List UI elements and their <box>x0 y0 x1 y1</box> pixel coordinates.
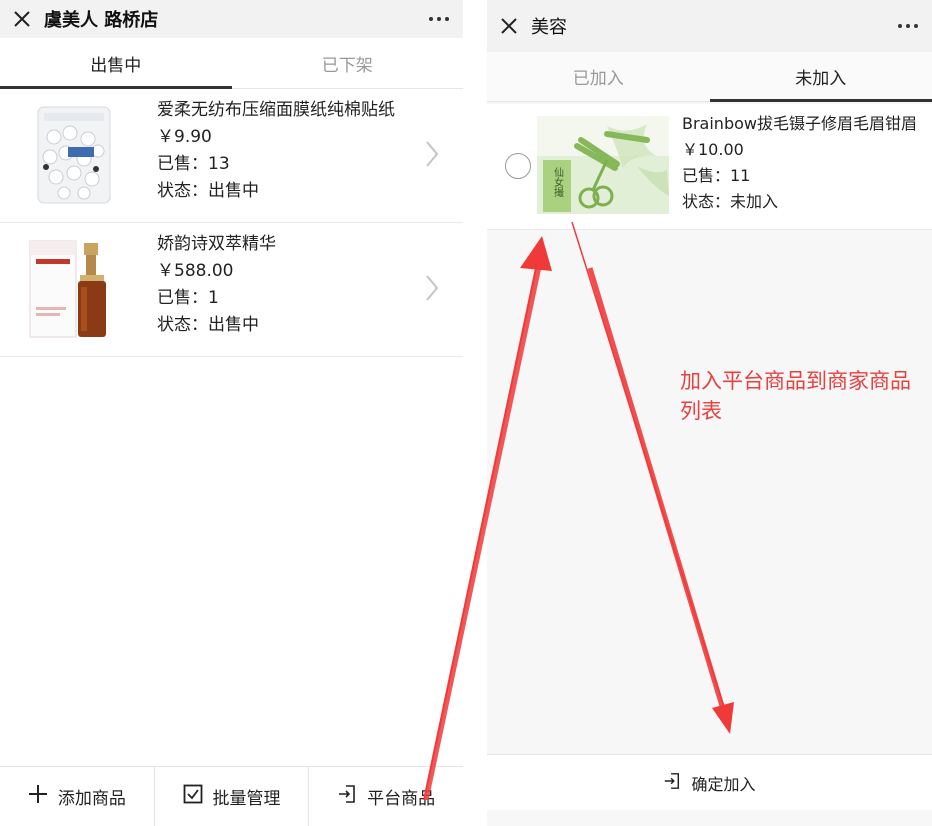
platform-product-list: 仙女撮 Brainbow拔毛镊子修眉毛眉钳眉 ￥10.00 已售：11 状态：未… <box>487 104 932 230</box>
product-info: Brainbow拔毛镊子修眉毛眉钳眉 ￥10.00 已售：11 状态：未加入 <box>682 111 932 215</box>
product-sold: 已售：1 <box>157 288 219 308</box>
store-title: 虞美人 路桥店 <box>44 10 159 31</box>
product-name: Brainbow拔毛镊子修眉毛眉钳眉 <box>682 114 917 133</box>
batch-manage-button[interactable]: 批量管理 <box>155 767 310 826</box>
more-icon[interactable] <box>429 17 449 21</box>
product-name: 爱柔无纺布压缩面膜纸纯棉贴纸 <box>157 100 395 120</box>
product-thumbnail-tweezers: 仙女撮 <box>537 116 669 214</box>
product-sold: 已售：13 <box>157 154 230 174</box>
store-window: 虞美人 路桥店 出售中 已下架 爱柔无纺布压缩面膜纸纯棉贴纸 ￥9.90 已售：… <box>0 0 463 826</box>
add-product-button[interactable]: 添加商品 <box>0 767 155 826</box>
checkbox-icon <box>183 784 203 809</box>
store-titlebar: 虞美人 路桥店 <box>0 0 463 38</box>
enter-icon <box>663 772 681 794</box>
list-item[interactable]: 仙女撮 Brainbow拔毛镊子修眉毛眉钳眉 ￥10.00 已售：11 状态：未… <box>487 104 932 230</box>
store-bottom-toolbar: 添加商品 批量管理 平台商品 <box>0 766 463 826</box>
tab-added[interactable]: 已加入 <box>487 52 710 101</box>
more-icon[interactable] <box>898 24 918 28</box>
product-status: 状态：未加入 <box>682 192 779 211</box>
product-price: ￥588.00 <box>157 261 234 281</box>
product-name: 娇韵诗双萃精华 <box>157 234 276 254</box>
category-title: 美容 <box>531 17 567 38</box>
store-tabs: 出售中 已下架 <box>0 38 463 89</box>
list-item[interactable]: 爱柔无纺布压缩面膜纸纯棉贴纸 ￥9.90 已售：13 状态：出售中 <box>0 89 463 223</box>
tab-on-sale[interactable]: 出售中 <box>0 38 232 89</box>
tab-off-shelf[interactable]: 已下架 <box>232 38 464 88</box>
product-thumbnail-serum <box>26 237 122 341</box>
close-icon[interactable] <box>487 17 531 35</box>
annotation-text: 加入平台商品到商家商品列表 <box>680 369 911 423</box>
list-item[interactable]: 娇韵诗双萃精华 ￥588.00 已售：1 状态：出售中 <box>0 223 463 357</box>
product-thumbnail-mask <box>26 103 122 207</box>
close-icon[interactable] <box>0 10 44 28</box>
product-status: 状态：出售中 <box>157 315 259 335</box>
product-sold: 已售：11 <box>682 166 751 185</box>
product-info: 娇韵诗双萃精华 ￥588.00 已售：1 状态：出售中 <box>157 231 417 339</box>
category-titlebar: 美容 <box>487 0 932 52</box>
tab-not-added[interactable]: 未加入 <box>709 52 932 102</box>
add-product-label: 添加商品 <box>57 789 126 809</box>
plus-icon <box>28 784 48 809</box>
select-radio[interactable] <box>505 153 531 179</box>
chevron-right-icon <box>425 140 439 172</box>
category-tabs: 已加入 未加入 <box>487 52 932 102</box>
platform-products-button[interactable]: 平台商品 <box>309 767 463 826</box>
window-gap <box>463 0 487 826</box>
store-product-list: 爱柔无纺布压缩面膜纸纯棉贴纸 ￥9.90 已售：13 状态：出售中 娇韵诗双萃精… <box>0 89 463 357</box>
chevron-right-icon <box>425 274 439 306</box>
product-status: 状态：出售中 <box>157 181 259 201</box>
product-info: 爱柔无纺布压缩面膜纸纯棉贴纸 ￥9.90 已售：13 状态：出售中 <box>157 97 417 205</box>
confirm-add-label: 确定加入 <box>691 774 756 794</box>
confirm-add-button[interactable]: 确定加入 <box>487 754 932 810</box>
enter-icon <box>337 784 357 809</box>
thumb-caption: 仙女撮 <box>552 166 564 197</box>
batch-manage-label: 批量管理 <box>212 789 281 809</box>
product-price: ￥9.90 <box>157 127 212 147</box>
product-price: ￥10.00 <box>682 140 744 159</box>
platform-products-label: 平台商品 <box>367 789 436 809</box>
